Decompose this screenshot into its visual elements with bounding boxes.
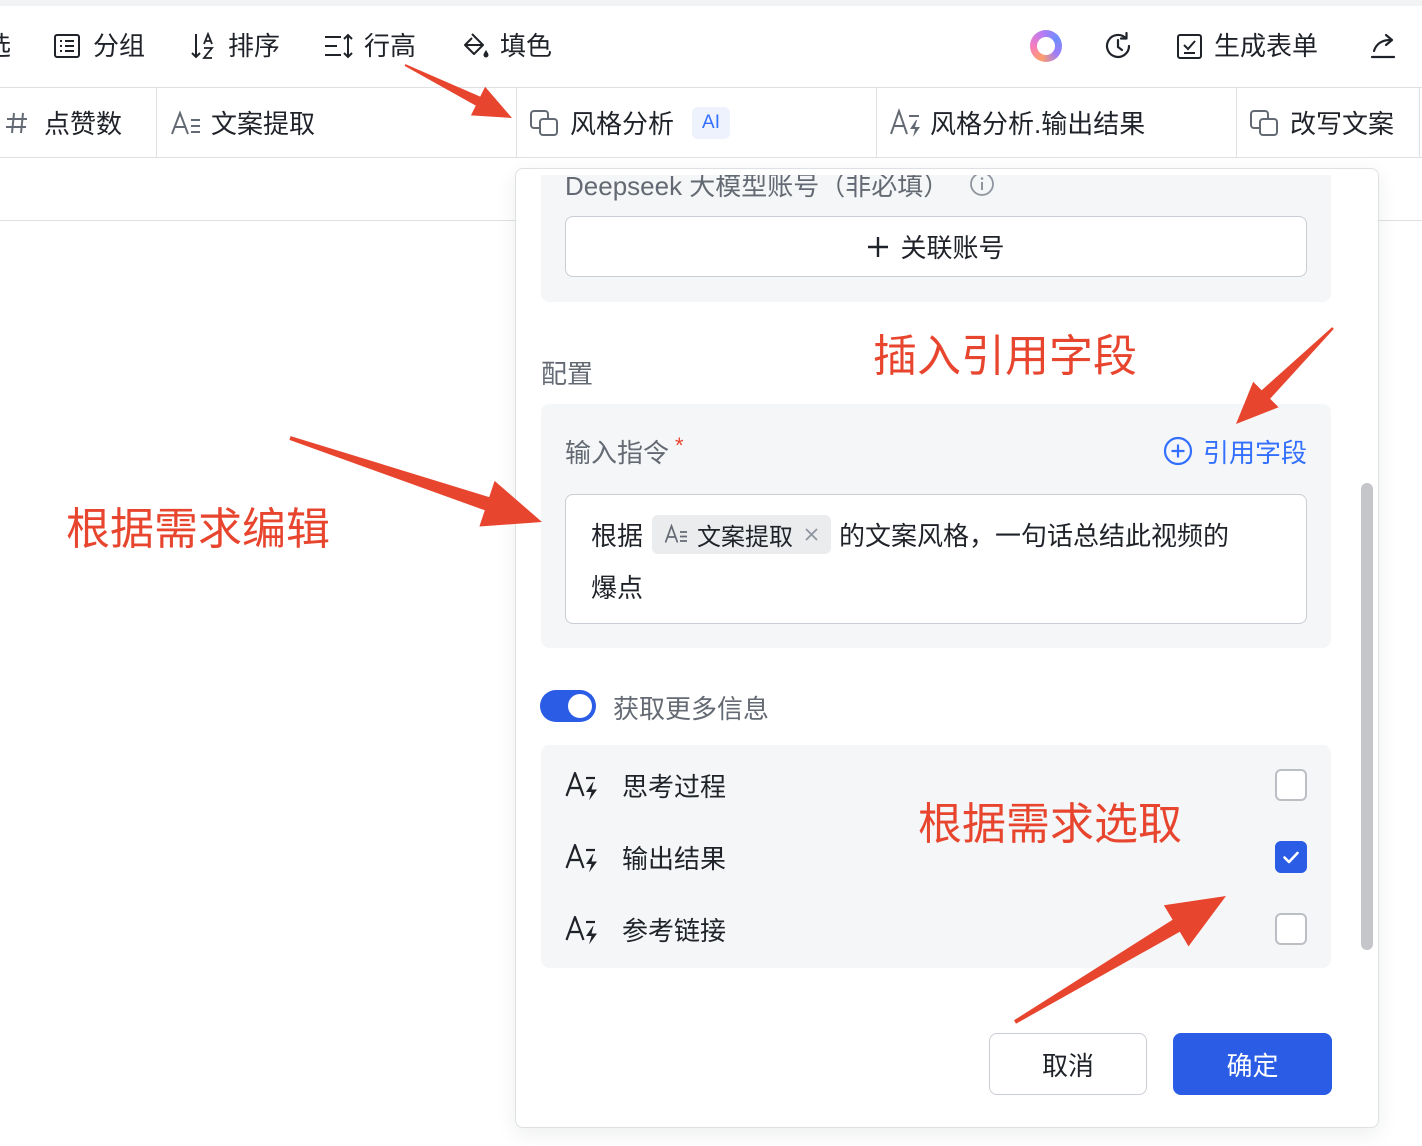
number-field-icon xyxy=(4,110,30,136)
ai-text-field-icon xyxy=(565,913,601,945)
cancel-button[interactable]: 取消 xyxy=(989,1033,1147,1095)
column-label: 点赞数 xyxy=(44,109,123,139)
column-header-style-analysis-output[interactable]: 风格分析.输出结果 xyxy=(877,88,1237,157)
generate-form-button[interactable]: 生成表单 xyxy=(1176,26,1318,66)
table-header: 点赞数 文案提取 风格分析 AI 风格分析.输出结果 改写文案 xyxy=(0,88,1422,158)
config-scroll-area[interactable]: Deepseek 大模型账号（非必填） 关联账号 配置 输入指令 * 引用字段 … xyxy=(516,175,1378,1005)
history-button[interactable] xyxy=(1101,26,1135,66)
ai-assistant-button[interactable] xyxy=(1030,26,1062,66)
column-label: 风格分析.输出结果 xyxy=(930,109,1146,139)
link-account-button[interactable]: 关联账号 xyxy=(565,216,1307,277)
link-account-label: 关联账号 xyxy=(900,233,1005,263)
confirm-button[interactable]: 确定 xyxy=(1173,1033,1332,1095)
required-mark: * xyxy=(675,433,684,458)
column-header-likes[interactable]: 点赞数 xyxy=(0,88,157,157)
close-icon[interactable] xyxy=(804,527,819,542)
column-header-style-analysis[interactable]: 风格分析 AI xyxy=(517,88,877,157)
row-height-icon xyxy=(323,33,355,59)
plus-circle-icon xyxy=(1163,436,1193,466)
instruction-text-before-tag: 根据 xyxy=(591,520,644,551)
output-option-thinking[interactable]: 思考过程 xyxy=(565,765,1307,805)
ai-field-icon xyxy=(1249,109,1279,137)
text-field-icon xyxy=(170,109,202,136)
ai-badge: AI xyxy=(692,106,730,139)
toolbar-cut-off-item[interactable]: 选 xyxy=(0,26,11,66)
group-icon xyxy=(53,32,81,60)
ai-text-field-icon xyxy=(889,107,923,138)
annotation-insert-reference: 插入引用字段 xyxy=(873,332,1137,381)
field-reference-tag-label: 文案提取 xyxy=(697,523,794,551)
history-icon xyxy=(1101,29,1135,63)
ai-ring-icon xyxy=(1030,30,1062,62)
column-header-rewrite-copy[interactable]: 改写文案 xyxy=(1237,88,1420,157)
account-section: Deepseek 大模型账号（非必填） 关联账号 xyxy=(541,175,1331,302)
instruction-input[interactable]: 根据 文案提取 的文案风格，一句话总结此视频的 爆点 xyxy=(565,494,1307,624)
toggle-knob xyxy=(568,694,592,718)
share-icon xyxy=(1368,31,1398,61)
output-option-checkbox[interactable] xyxy=(1275,841,1307,873)
ai-text-field-icon xyxy=(565,841,601,873)
column-label: 文案提取 xyxy=(211,109,316,139)
reference-field-button[interactable]: 引用字段 xyxy=(1163,431,1307,471)
ai-field-icon xyxy=(529,109,559,137)
ai-text-field-icon xyxy=(565,769,601,801)
field-reference-tag[interactable]: 文案提取 xyxy=(652,514,832,554)
instruction-label-row: 输入指令 * xyxy=(565,431,684,471)
output-option-label: 输出结果 xyxy=(622,843,727,874)
generate-form-label: 生成表单 xyxy=(1214,31,1319,61)
instruction-line-1: 根据 文案提取 的文案风格，一句话总结此视频的 xyxy=(591,514,1229,554)
config-section-title: 配置 xyxy=(541,358,594,389)
toolbar: 选 分组 排序 行高 填色 生成表单 xyxy=(0,6,1422,88)
column-label: 改写文案 xyxy=(1290,109,1395,139)
account-label-row: Deepseek 大模型账号（非必填） xyxy=(565,175,995,204)
account-label: Deepseek 大模型账号（非必填） xyxy=(565,175,950,201)
reference-field-label: 引用字段 xyxy=(1202,437,1307,468)
annotation-edit-as-needed: 根据需求编辑 xyxy=(66,505,330,554)
column-label: 风格分析 xyxy=(570,109,675,139)
more-info-label: 获取更多信息 xyxy=(613,693,770,724)
row-height-button[interactable]: 行高 xyxy=(323,26,416,66)
fill-color-icon xyxy=(460,31,490,61)
group-label: 分组 xyxy=(93,31,146,61)
sort-label: 排序 xyxy=(228,31,281,61)
instruction-label: 输入指令 xyxy=(565,437,670,468)
instruction-text-after-tag: 的文案风格，一句话总结此视频的 xyxy=(839,520,1230,551)
ai-field-config-panel: Deepseek 大模型账号（非必填） 关联账号 配置 输入指令 * 引用字段 … xyxy=(515,168,1379,1128)
output-option-label: 参考链接 xyxy=(622,915,727,946)
fill-color-button[interactable]: 填色 xyxy=(460,26,552,66)
group-button[interactable]: 分组 xyxy=(53,26,145,66)
sort-icon xyxy=(190,31,218,61)
row-height-label: 行高 xyxy=(364,31,417,61)
instruction-section: 输入指令 * 引用字段 根据 文案提取 的文案风格，一句话总结此视频的 爆点 xyxy=(541,404,1331,648)
info-icon[interactable] xyxy=(969,175,995,197)
toolbar-cut-off-label: 选 xyxy=(0,26,11,66)
more-info-toggle[interactable] xyxy=(540,690,596,722)
output-options-section: 思考过程 输出结果 参考链接 xyxy=(541,745,1331,968)
output-option-reference-links[interactable]: 参考链接 xyxy=(565,909,1307,949)
plus-icon xyxy=(867,236,889,258)
sort-button[interactable]: 排序 xyxy=(190,26,280,66)
output-option-checkbox[interactable] xyxy=(1275,769,1307,801)
scrollbar-thumb[interactable] xyxy=(1361,483,1373,950)
annotation-select-as-needed: 根据需求选取 xyxy=(918,800,1182,849)
output-option-checkbox[interactable] xyxy=(1275,913,1307,945)
output-option-label: 思考过程 xyxy=(622,771,727,802)
column-header-copy-extract[interactable]: 文案提取 xyxy=(157,88,517,157)
share-button[interactable] xyxy=(1368,26,1398,66)
form-icon xyxy=(1176,33,1203,60)
text-field-icon xyxy=(664,524,688,544)
fill-color-label: 填色 xyxy=(500,31,553,61)
instruction-line-2: 爆点 xyxy=(591,572,644,603)
